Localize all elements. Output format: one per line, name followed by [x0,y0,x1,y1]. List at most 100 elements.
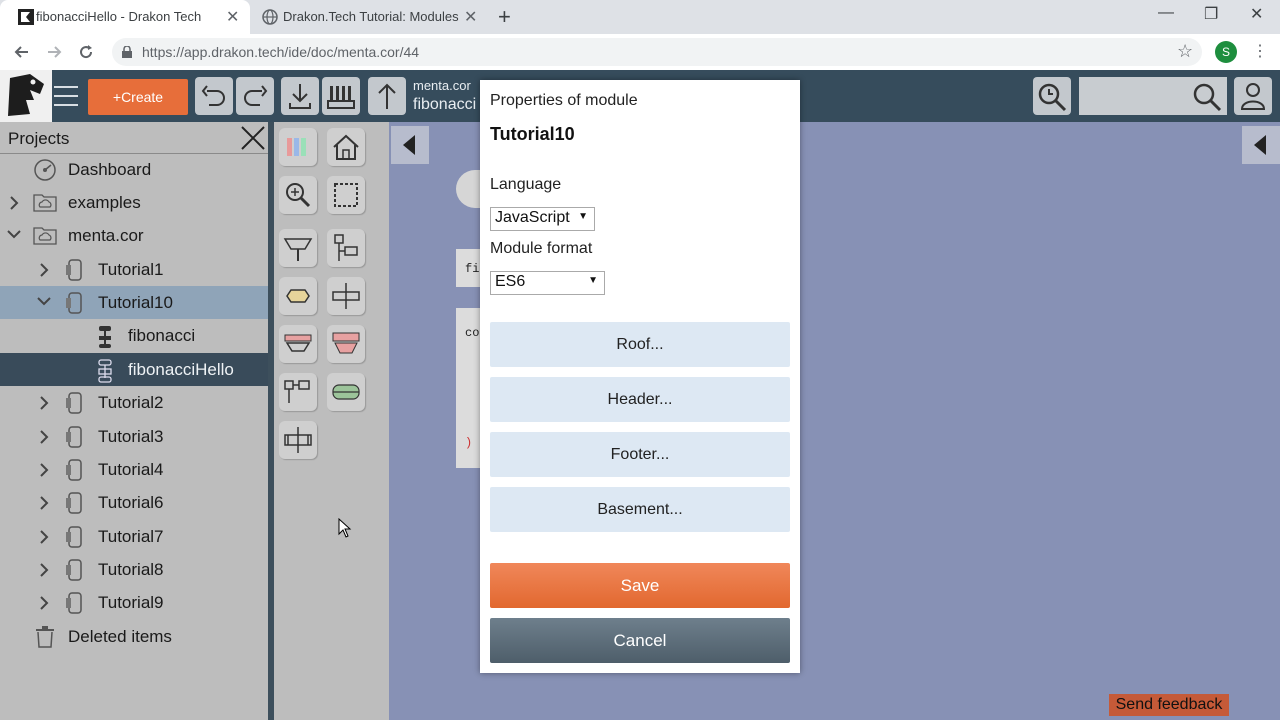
tree-item-dashboard[interactable]: Dashboard [0,153,268,186]
diagram-code-block[interactable]: co ) [456,308,480,468]
module-icon [66,526,82,548]
go-up-button[interactable] [368,77,406,115]
chevron-right-icon[interactable] [38,429,50,445]
color-tool-button[interactable] [279,128,317,166]
insertion-tool-button[interactable] [279,421,317,459]
chevron-down-icon[interactable] [6,228,22,240]
tree-item-tutorial6[interactable]: Tutorial6 [0,486,268,519]
redo-icon [244,85,268,106]
breadcrumb-folder[interactable]: menta.cor [413,78,476,93]
zoom-tool-button[interactable] [279,176,317,214]
tree-item-tutorial9[interactable]: Tutorial9 [0,586,268,619]
tree-item-tutorial3[interactable]: Tutorial3 [0,420,268,453]
tree-item-tutorial10[interactable]: Tutorial10 [0,286,268,319]
comment-tool-button[interactable] [279,373,317,411]
module-icon [66,492,82,514]
search-icon[interactable] [1191,81,1223,113]
roof-button[interactable]: Roof... [490,322,790,367]
close-icon[interactable] [240,125,266,151]
parallel-shape-icon [332,384,360,400]
forward-icon[interactable] [44,42,64,62]
chevron-right-icon[interactable] [38,595,50,611]
find-button[interactable] [1033,77,1071,115]
chevron-right-icon[interactable] [38,529,50,545]
search-input[interactable] [1079,77,1227,115]
language-select[interactable]: JavaScript ▼ [490,207,595,231]
tree-item-tutorial4[interactable]: Tutorial4 [0,453,268,486]
chevron-right-icon[interactable] [38,495,50,511]
tab-close-icon[interactable]: ✕ [464,7,477,27]
dropdown-arrow-icon: ▼ [588,275,598,286]
user-account-button[interactable] [1234,77,1272,115]
tree-item-tutorial7[interactable]: Tutorial7 [0,520,268,553]
download-button[interactable] [281,77,319,115]
save-button[interactable]: Save [490,563,790,608]
tab-close-icon[interactable]: ✕ [226,7,239,27]
home-tool-button[interactable] [327,128,365,166]
tree-item-tutorial2[interactable]: Tutorial2 [0,386,268,419]
tree-item-fibonaccihello[interactable]: fibonacciHello [0,353,268,386]
reload-icon[interactable] [76,42,96,62]
tree-item-tutorial1[interactable]: Tutorial1 [0,253,268,286]
minimize-icon[interactable]: — [1158,4,1174,22]
diagram-header-block[interactable]: fi [456,249,480,287]
browser-tab[interactable]: Drakon.Tech Tutorial: Modules ✕ [252,0,490,34]
arrow-up-icon [378,83,396,109]
undo-button[interactable] [195,77,233,115]
code-snippet: ) [465,436,473,450]
tree-item-examples[interactable]: examples [0,186,268,219]
module-format-select[interactable]: ES6 ▼ [490,271,605,295]
browser-menu-icon[interactable]: ⋮ [1252,41,1268,61]
action-tool-button[interactable] [327,277,365,315]
collapse-right-button[interactable] [1242,126,1280,164]
case-tool-button[interactable] [327,325,365,363]
parallel-tool-button[interactable] [327,373,365,411]
tree-item-menta-cor[interactable]: menta.cor [0,219,268,252]
tab-title: Drakon.Tech Tutorial: Modules [283,9,459,24]
basement-button[interactable]: Basement... [490,487,790,532]
chevron-right-icon[interactable] [38,262,50,278]
browser-tab-active[interactable]: fibonacciHello - Drakon Tech ✕ [0,0,250,34]
diagram-icon [98,359,112,383]
drakon-logo-icon[interactable] [0,70,52,122]
profile-avatar[interactable]: S [1215,41,1237,63]
tree-item-fibonacci[interactable]: fibonacci [0,319,268,352]
url-field[interactable]: https://app.drakon.tech/ide/doc/menta.co… [112,38,1202,66]
module-icon [66,392,82,414]
select-tool-button[interactable] [327,176,365,214]
tree-item-tutorial8[interactable]: Tutorial8 [0,553,268,586]
module-icon [66,292,82,314]
send-feedback-button[interactable]: Send feedback [1109,694,1229,716]
chevron-down-icon[interactable] [36,295,52,307]
triangle-left-icon [403,135,415,155]
footer-button[interactable]: Footer... [490,432,790,477]
collapse-left-button[interactable] [391,126,429,164]
chevron-right-icon[interactable] [38,462,50,478]
loop-tool-button[interactable] [279,277,317,315]
build-button[interactable] [322,77,360,115]
back-icon[interactable] [12,42,32,62]
breadcrumb: menta.cor fibonacci [413,78,476,114]
select-case-tool-button[interactable] [279,325,317,363]
restore-icon[interactable]: ❐ [1204,4,1218,24]
new-tab-icon[interactable]: + [498,4,511,30]
module-icon [66,259,82,281]
module-format-value: ES6 [495,273,526,290]
module-properties-dialog: Properties of module Tutorial10 Language… [480,80,800,673]
tree-item-deleted-items[interactable]: Deleted items [0,620,268,653]
cancel-button[interactable]: Cancel [490,618,790,663]
create-button[interactable]: +Create [88,79,188,115]
code-snippet: fi [465,262,480,276]
chevron-right-icon[interactable] [38,395,50,411]
window-close-icon[interactable]: ✕ [1250,4,1263,24]
hamburger-menu-icon[interactable] [54,85,78,107]
question-tool-button[interactable] [279,229,317,267]
language-label: Language [490,176,562,193]
header-button[interactable]: Header... [490,377,790,422]
redo-button[interactable] [236,77,274,115]
dashboard-icon [34,159,56,181]
branch-tool-button[interactable] [327,229,365,267]
chevron-right-icon[interactable] [8,195,20,211]
bookmark-star-icon[interactable]: ☆ [1177,41,1193,62]
chevron-right-icon[interactable] [38,562,50,578]
